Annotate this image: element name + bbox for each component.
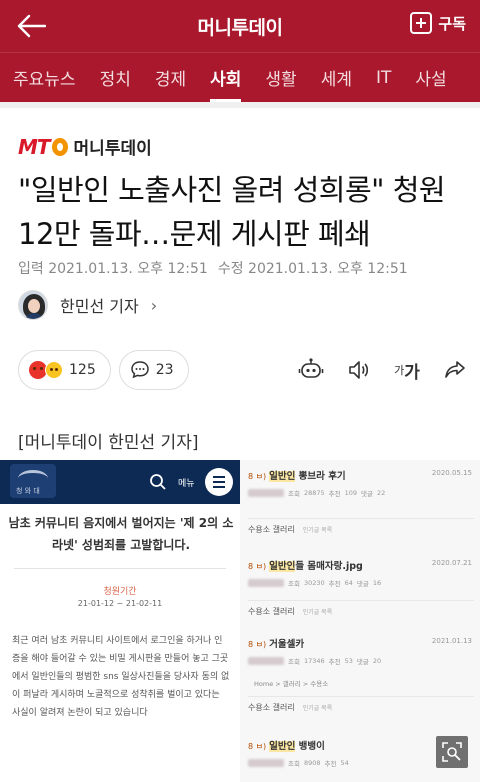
list-item: 8 ㅂ) 거울셀카 2021.01.13 조회 17346 추천 53 댓글 20 bbox=[248, 637, 472, 666]
breadcrumb: Home > 갤러리 > 수용소 bbox=[254, 680, 329, 688]
article-dates: 입력 2021.01.13. 오후 12:51 수정 2021.01.13. 오… bbox=[18, 258, 408, 278]
reporter-name: 한민선 기자 bbox=[60, 297, 139, 316]
divider bbox=[14, 568, 226, 569]
robot-icon bbox=[298, 358, 324, 378]
nav-item-politics[interactable]: 정치 bbox=[88, 53, 143, 102]
gallery-label-row: 수용소 갤러리 인기글 목록 bbox=[248, 696, 474, 713]
app-header: 머니투데이 구독 bbox=[0, 0, 480, 52]
article-actions: 125 23 가가 bbox=[18, 349, 468, 391]
comment-icon bbox=[130, 361, 149, 379]
published-date: 입력 2021.01.13. 오후 12:51 bbox=[18, 261, 208, 277]
petition-period-value: 21-01-12 ~ 21-02-11 bbox=[77, 599, 163, 608]
share-button[interactable] bbox=[442, 357, 468, 383]
reporter-link[interactable]: 한민선 기자 › bbox=[18, 290, 157, 320]
blue-house-label: 청 와 대 bbox=[16, 487, 40, 495]
search-icon bbox=[150, 474, 166, 490]
list-item: 8 ㅂ) 일반인 뽕브라 후기 2020.05.15 조회 28875 추천 109 댓글… bbox=[248, 469, 472, 498]
brand-o-mark bbox=[51, 137, 68, 156]
petition-title: 남초 커뮤니티 음지에서 벌어지는 '제 2의 소라넷' 성범죄를 고발합니다. bbox=[8, 516, 234, 552]
subscribe-label: 구독 bbox=[438, 14, 466, 33]
chevron-right-icon: › bbox=[150, 295, 158, 315]
reaction-count: 125 bbox=[69, 362, 96, 378]
comment-button[interactable]: 23 bbox=[118, 350, 189, 390]
gallery-label-row: 수용소 갤러리 인기글 목록 bbox=[248, 600, 474, 617]
article-headline: "일반인 노출사진 올려 성희롱" 청원 12만 돌파…문제 게시판 폐쇄 bbox=[18, 173, 446, 251]
petition-body: 최근 여러 남초 커뮤니티 사이트에서 로그인을 하거나 인증을 해야 들어갈 … bbox=[12, 636, 230, 718]
menu-icon bbox=[205, 468, 233, 496]
divider bbox=[0, 102, 480, 108]
speaker-icon bbox=[349, 361, 369, 379]
nav-item-economy[interactable]: 경제 bbox=[143, 53, 198, 102]
community-screenshot: 8 ㅂ) 일반인 뽕브라 후기 2020.05.15 조회 28875 추천 109 댓글… bbox=[240, 460, 480, 782]
arrow-left-icon bbox=[17, 14, 46, 38]
plus-box-icon bbox=[410, 12, 433, 34]
comment-count: 23 bbox=[155, 362, 174, 378]
petition-site-header: 청 와 대 메뉴 bbox=[0, 460, 240, 504]
back-button[interactable] bbox=[14, 10, 48, 42]
subscribe-button[interactable]: 구독 bbox=[410, 12, 466, 34]
menu-label: 메뉴 bbox=[178, 479, 195, 489]
font-small-glyph: 가 bbox=[394, 364, 405, 377]
avatar bbox=[18, 290, 48, 320]
nav-item-it[interactable]: IT bbox=[364, 53, 403, 102]
nav-item-editorial[interactable]: 사설 bbox=[403, 53, 458, 102]
brand-mt-text: MT bbox=[18, 134, 51, 159]
nav-item-main[interactable]: 주요뉴스 bbox=[0, 53, 88, 102]
read-aloud-button[interactable] bbox=[346, 357, 372, 383]
article-tools: 가가 bbox=[298, 357, 468, 383]
article-byline: [머니투데이 한민선 기자] bbox=[18, 433, 199, 453]
petition-screenshot: 청 와 대 메뉴 남초 커뮤니티 음지에서 벌어지는 '제 2의 소라넷' 성범… bbox=[0, 460, 240, 782]
zoom-image-icon bbox=[442, 742, 462, 762]
laugh-emoji-icon bbox=[45, 361, 63, 379]
app-title: 머니투데이 bbox=[197, 16, 283, 39]
font-size-button[interactable]: 가가 bbox=[394, 357, 420, 383]
updated-date: 수정 2021.01.13. 오후 12:51 bbox=[217, 261, 408, 277]
nav-item-society[interactable]: 사회 bbox=[198, 53, 253, 102]
press-logo[interactable]: MT 머니투데이 bbox=[18, 134, 152, 160]
section-nav: 주요뉴스 정치 경제 사회 생활 세계 IT 사설 bbox=[0, 52, 480, 102]
nav-item-life[interactable]: 생활 bbox=[253, 53, 308, 102]
share-icon bbox=[445, 361, 465, 378]
article-photo[interactable]: 청 와 대 메뉴 남초 커뮤니티 음지에서 벌어지는 '제 2의 소라넷' 성범… bbox=[0, 460, 480, 782]
list-item: 8 ㅂ) 일반인들 몸매자랑.jpg 2020.07.21 조회 30230 추천 64… bbox=[248, 559, 472, 588]
summary-bot-button[interactable] bbox=[298, 357, 324, 383]
petition-period-label: 청원기간 bbox=[103, 587, 137, 597]
zoom-image-button[interactable] bbox=[436, 736, 468, 768]
brand-name: 머니투데이 bbox=[73, 139, 152, 159]
gallery-label-row: 수용소 갤러리 인기글 목록 bbox=[248, 518, 474, 535]
nav-item-world[interactable]: 세계 bbox=[309, 53, 364, 102]
font-large-glyph: 가 bbox=[404, 362, 420, 383]
reaction-button[interactable]: 125 bbox=[18, 350, 111, 390]
